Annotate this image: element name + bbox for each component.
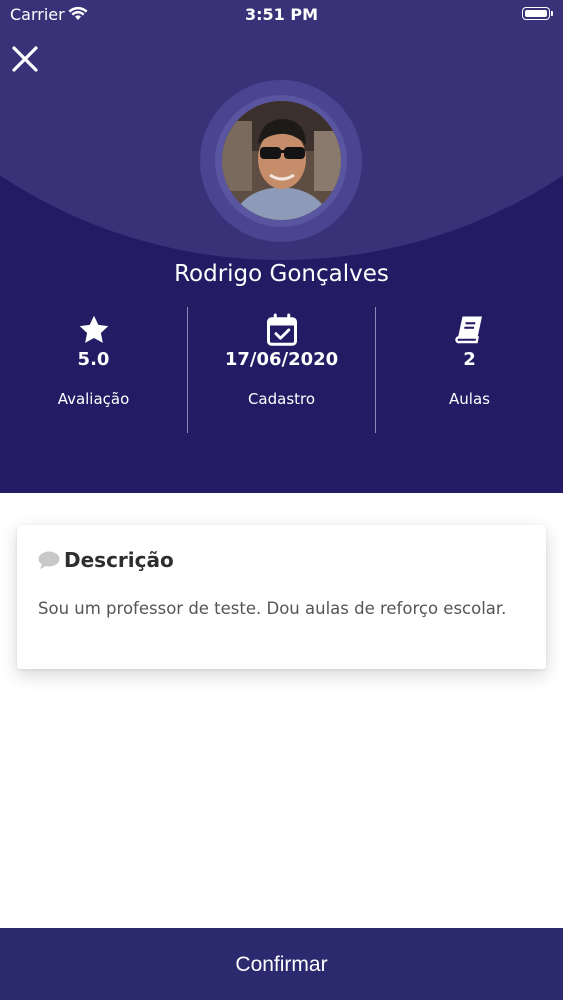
status-bar: Carrier 3:51 PM [0, 0, 563, 30]
avatar [222, 101, 341, 220]
profile-header: Carrier 3:51 PM Rodrigo Gonçalves 5.0 Av… [0, 0, 563, 493]
teacher-name: Rodrigo Gonçalves [174, 261, 389, 287]
battery-icon [522, 7, 550, 20]
rating-label: Avaliação [57, 390, 130, 408]
description-heading: Descrição [38, 548, 174, 572]
stat-rating: 5.0 Avaliação [0, 312, 187, 432]
classes-count: 2 [463, 349, 476, 370]
description-card: Descrição Sou um professor de teste. Dou… [17, 525, 546, 669]
book-icon [454, 316, 482, 344]
status-time: 3:51 PM [244, 5, 318, 24]
confirm-button[interactable]: Confirmar [0, 928, 563, 1000]
battery-tip [551, 11, 553, 16]
classes-label: Aulas [449, 390, 490, 408]
description-title: Descrição [64, 548, 174, 572]
description-text: Sou um professor de teste. Dou aulas de … [38, 599, 507, 618]
stat-classes: 2 Aulas [376, 312, 563, 432]
close-icon[interactable] [10, 44, 40, 74]
calendar-check-icon [266, 313, 297, 346]
registration-label: Cadastro [247, 390, 316, 408]
chat-bubble-icon [38, 551, 60, 569]
star-icon [79, 315, 108, 343]
registration-date: 17/06/2020 [224, 349, 339, 370]
rating-value: 5.0 [77, 349, 110, 370]
stat-registration: 17/06/2020 Cadastro [188, 312, 375, 432]
avatar-photo [222, 101, 341, 220]
